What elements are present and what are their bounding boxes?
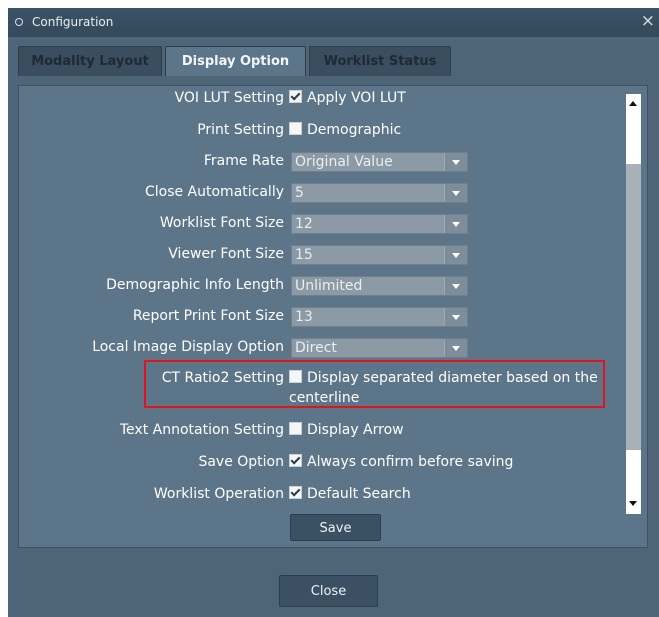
chevron-down-icon[interactable] [444,339,467,357]
setting-label: Worklist Operation [153,486,284,502]
close-icon[interactable]: × [641,11,655,31]
select-value: 13 [295,309,313,325]
checkbox-unchecked-icon[interactable] [289,122,302,135]
tab-worklist-status[interactable]: Worklist Status [309,46,451,76]
dialog-footer: Close [8,560,659,617]
setting-label: VOI LUT Setting [174,90,284,106]
close-automatically-select[interactable]: 5 [291,183,468,203]
setting-label: Viewer Font Size [168,246,284,262]
close-button[interactable]: Close [279,575,378,607]
setting-label: Report Print Font Size [132,308,284,324]
save-button[interactable]: Save [290,514,381,541]
setting-label: Demographic Info Length [106,277,284,293]
checkbox-checked-icon[interactable] [289,454,302,467]
report-print-font-size-select[interactable]: 13 [291,307,468,327]
window-title: Configuration [32,15,114,29]
settings-panel: VOI LUT Setting Apply VOI LUT Print Sett… [18,85,648,548]
select-value: Original Value [295,154,393,170]
checkbox-checked-icon[interactable] [289,486,302,499]
default-search-checkbox[interactable]: Default Search [289,486,411,502]
checkbox-label: Always confirm before saving [307,454,514,470]
checkbox-unchecked-icon[interactable] [289,422,302,435]
chevron-down-icon[interactable] [444,277,467,295]
setting-label: Close Automatically [144,184,284,200]
checkbox-label: Apply VOI LUT [307,90,406,106]
select-value: 5 [295,185,304,201]
chevron-down-icon[interactable] [444,215,467,233]
tab-display-option[interactable]: Display Option [165,46,306,76]
select-value: 12 [295,216,313,232]
tab-bar: Modality Layout Display Option Worklist … [8,37,659,85]
local-image-display-select[interactable]: Direct [291,338,468,358]
checkbox-label: Demographic [307,122,402,138]
frame-rate-select[interactable]: Original Value [291,152,468,172]
setting-label: Text Annotation Setting [119,422,284,438]
setting-label: Frame Rate [203,153,284,169]
chevron-down-icon[interactable] [444,246,467,264]
setting-label: Save Option [198,454,284,470]
scroll-up-icon[interactable] [629,101,637,106]
checkbox-label: Display Arrow [307,422,404,438]
setting-label: Local Image Display Option [92,339,284,355]
demographic-checkbox[interactable]: Demographic [289,122,401,138]
configuration-dialog: Configuration × Modality Layout Display … [8,8,659,617]
app-circle-icon [15,18,23,26]
select-value: 15 [295,247,313,263]
demographic-info-length-select[interactable]: Unlimited [291,276,468,296]
select-value: Unlimited [295,278,363,294]
setting-label: Print Setting [197,122,284,138]
select-value: Direct [295,340,337,356]
chevron-down-icon[interactable] [444,308,467,326]
scrollbar-thumb[interactable] [626,164,641,450]
tab-modality-layout[interactable]: Modality Layout [18,46,162,76]
chevron-down-icon[interactable] [444,184,467,202]
highlight-box [144,360,605,408]
worklist-font-size-select[interactable]: 12 [291,214,468,234]
chevron-down-icon[interactable] [444,153,467,171]
voi-lut-checkbox[interactable]: Apply VOI LUT [289,90,406,106]
confirm-before-saving-checkbox[interactable]: Always confirm before saving [289,454,513,470]
setting-label: Worklist Font Size [159,215,284,231]
title-bar[interactable]: Configuration × [8,8,659,37]
display-arrow-checkbox[interactable]: Display Arrow [289,422,404,438]
vertical-scrollbar[interactable] [626,94,641,514]
scroll-down-icon[interactable] [629,501,637,506]
checkbox-checked-icon[interactable] [289,90,302,103]
viewer-font-size-select[interactable]: 15 [291,245,468,265]
checkbox-label: Default Search [307,486,411,502]
